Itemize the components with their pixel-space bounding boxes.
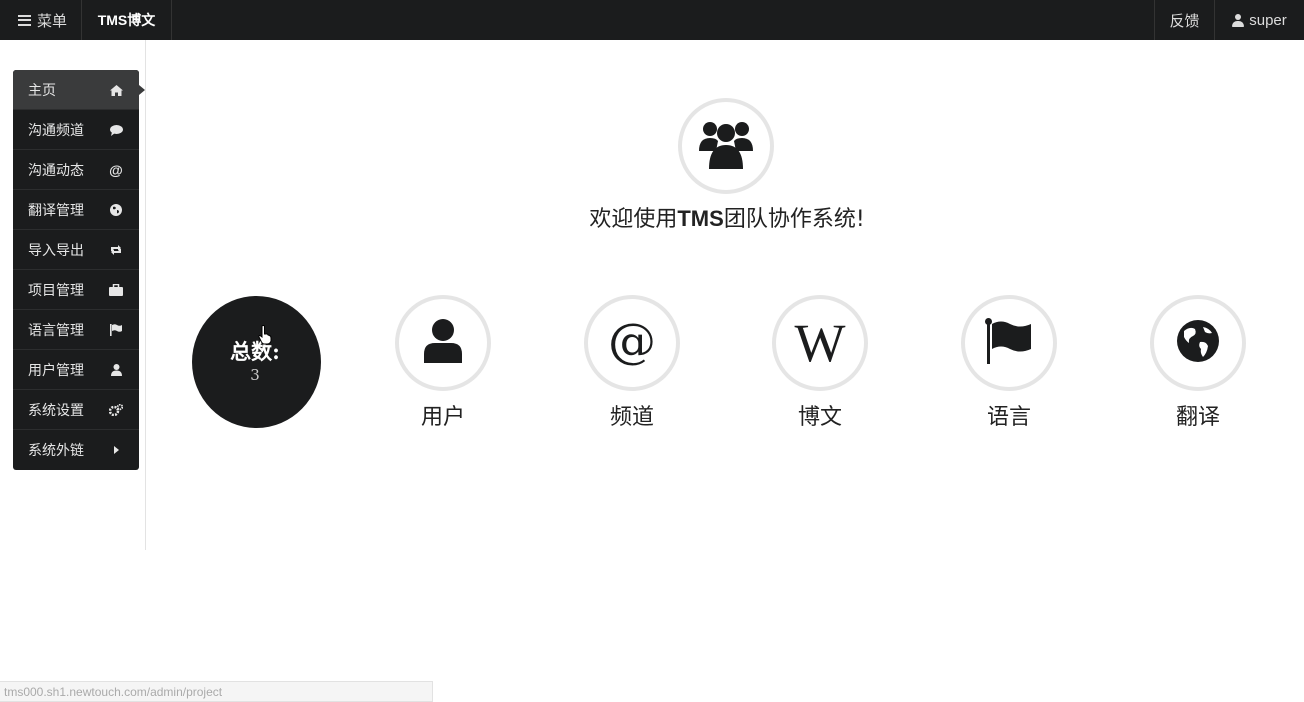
sidebar-item-external-links[interactable]: 系统外链 xyxy=(13,430,139,470)
sidebar-item-home[interactable]: 主页 xyxy=(13,70,139,110)
group-icon xyxy=(699,119,753,174)
sidebar: 主页 沟通频道 沟通动态 @ 翻译管理 导入导出 项目管理 语言管理 用户管理 … xyxy=(13,70,139,470)
username: super xyxy=(1249,11,1287,29)
posts-circle[interactable]: W xyxy=(772,295,868,391)
stat-languages[interactable]: 语言 xyxy=(961,295,1057,431)
stat-label: 用户 xyxy=(420,405,465,430)
menu-label: 菜单 xyxy=(37,12,68,30)
cogs-icon xyxy=(109,403,123,417)
sidebar-item-users[interactable]: 用户管理 xyxy=(13,350,139,390)
sidebar-item-settings[interactable]: 系统设置 xyxy=(13,390,139,430)
bars-icon xyxy=(18,14,31,26)
sidebar-item-label: 系统外链 xyxy=(28,442,84,458)
at-icon: @ xyxy=(109,162,123,178)
stat-channels[interactable]: @ 频道 xyxy=(584,295,680,431)
sidebar-item-label: 系统设置 xyxy=(28,401,84,418)
sidebar-item-label: 沟通频道 xyxy=(28,121,84,138)
stat-users[interactable]: 用户 xyxy=(395,295,491,431)
top-navbar: 菜单 TMS博文 反馈 super xyxy=(0,0,1304,40)
total-value: 3 xyxy=(250,366,260,384)
stat-label: 博文 xyxy=(797,405,842,430)
globe-icon xyxy=(1176,319,1220,368)
stat-label: 频道 xyxy=(609,405,654,430)
sidebar-item-label: 导入导出 xyxy=(28,241,84,258)
wikipedia-icon: W xyxy=(794,313,846,373)
total-label: 总数: xyxy=(230,339,280,364)
team-circle xyxy=(678,98,774,194)
sidebar-item-activity[interactable]: 沟通动态 @ xyxy=(13,150,139,190)
user-icon xyxy=(109,363,123,377)
user-icon xyxy=(423,318,463,368)
content-divider xyxy=(145,40,146,550)
welcome-title: 欢迎使用TMS团队协作系统! xyxy=(589,206,865,232)
sidebar-item-label: 项目管理 xyxy=(28,281,84,298)
retweet-icon xyxy=(109,243,123,257)
total-count-circle: 总数: 3 xyxy=(192,296,321,428)
users-circle[interactable] xyxy=(395,295,491,391)
sidebar-item-label: 语言管理 xyxy=(28,321,84,338)
flag-icon xyxy=(985,317,1033,369)
sidebar-item-languages[interactable]: 语言管理 xyxy=(13,310,139,350)
stat-translations[interactable]: 翻译 xyxy=(1150,295,1246,431)
sidebar-item-projects[interactable]: 项目管理 xyxy=(13,270,139,310)
caret-right-icon xyxy=(109,443,123,457)
comment-icon xyxy=(109,123,123,137)
stat-label: 语言 xyxy=(986,405,1031,430)
channels-circle[interactable]: @ xyxy=(584,295,680,391)
stat-label: 翻译 xyxy=(1175,405,1220,430)
flag-icon xyxy=(109,323,123,337)
at-icon: @ xyxy=(608,313,656,369)
brand-link[interactable]: TMS博文 xyxy=(82,0,172,40)
sidebar-item-label: 主页 xyxy=(28,81,56,98)
languages-circle[interactable] xyxy=(961,295,1057,391)
status-url: tms000.sh1.newtouch.com/admin/project xyxy=(0,681,433,702)
translations-circle[interactable] xyxy=(1150,295,1246,391)
hand-cursor-icon xyxy=(258,325,272,350)
menu-toggle-button[interactable]: 菜单 xyxy=(0,0,82,40)
feedback-link[interactable]: 反馈 xyxy=(1154,0,1214,40)
briefcase-icon xyxy=(109,283,123,297)
sidebar-item-import-export[interactable]: 导入导出 xyxy=(13,230,139,270)
sidebar-item-label: 沟通动态 xyxy=(28,161,84,178)
home-icon xyxy=(109,83,123,97)
user-icon xyxy=(1232,13,1245,27)
stat-posts[interactable]: W 博文 xyxy=(772,295,868,431)
sidebar-item-channels[interactable]: 沟通频道 xyxy=(13,110,139,150)
user-menu-button[interactable]: super xyxy=(1214,0,1304,40)
sidebar-item-label: 用户管理 xyxy=(28,361,84,378)
active-indicator-arrow xyxy=(139,85,145,95)
